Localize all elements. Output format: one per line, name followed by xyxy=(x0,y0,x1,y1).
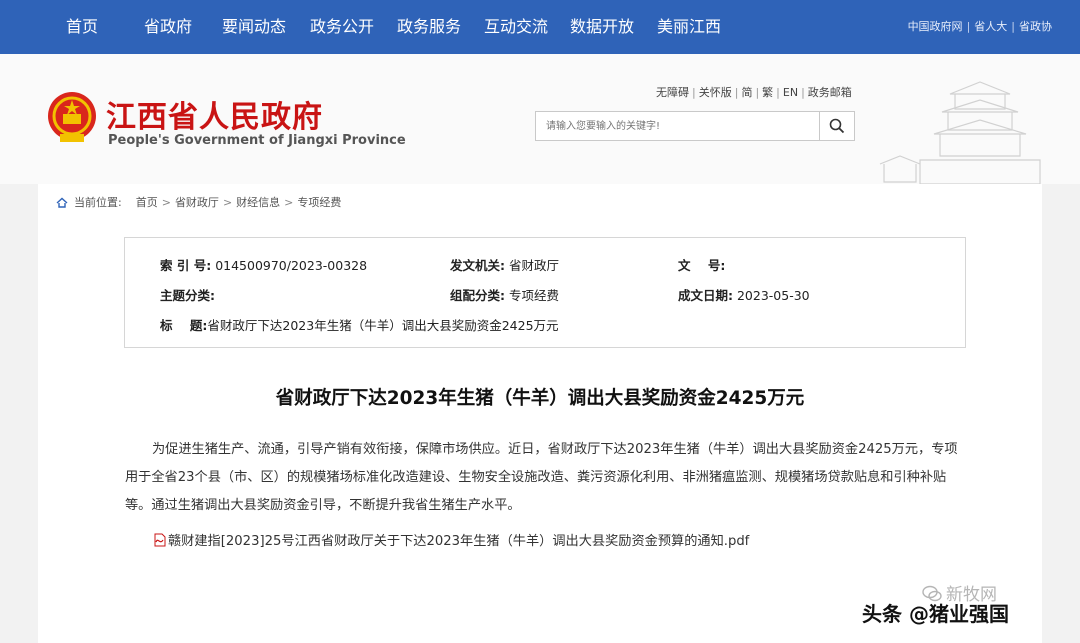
breadcrumb-finance-dept[interactable]: 省财政厅 xyxy=(175,196,219,209)
attachment-filename[interactable]: 赣财建指[2023]25号江西省财政厅关于下达2023年生猪（牛羊）调出大县奖励… xyxy=(168,534,749,549)
site-header: 江西省人民政府 People's Government of Jiangxi P… xyxy=(0,54,1080,184)
link-provincial-congress[interactable]: 省人大 xyxy=(974,20,1007,33)
article-body: 为促进生猪生产、流通，引导产销有效衔接，保障市场供应。近日，省财政厅下达2023… xyxy=(125,442,958,513)
nav-item-open-data[interactable]: 数据开放 xyxy=(570,0,634,54)
nav-item-home[interactable]: 首页 xyxy=(66,0,98,54)
home-icon xyxy=(56,197,68,208)
site-title[interactable]: 江西省人民政府 xyxy=(106,92,323,136)
traditional-link[interactable]: 繁 xyxy=(762,86,773,99)
gov-mail-link[interactable]: 政务邮箱 xyxy=(808,86,852,99)
search-icon xyxy=(829,118,845,134)
top-nav: 首页 省政府 要闻动态 政务公开 政务服务 互动交流 数据开放 美丽江西 中国政… xyxy=(0,0,1080,54)
nav-item-interaction[interactable]: 互动交流 xyxy=(484,0,548,54)
elder-mode-link[interactable]: 关怀版 xyxy=(699,86,732,99)
utility-links: 无障碍 | 关怀版 | 简 | 繁 | EN | 政务邮箱 xyxy=(656,86,852,99)
breadcrumb: 当前位置: 首页 > 省财政厅 > 财经信息 > 专项经费 xyxy=(56,194,341,210)
info-doc-number: 文 号: xyxy=(678,258,726,273)
search-button[interactable] xyxy=(819,112,854,140)
info-date: 成文日期: 2023-05-30 xyxy=(678,288,810,303)
simplified-link[interactable]: 简 xyxy=(741,86,752,99)
search-input[interactable] xyxy=(536,112,820,140)
search-box xyxy=(535,111,855,141)
breadcrumb-special-funds[interactable]: 专项经费 xyxy=(297,196,341,209)
info-index-number: 索 引 号: 014500970/2023-00328 xyxy=(160,258,368,273)
breadcrumb-finance-info[interactable]: 财经信息 xyxy=(236,196,280,209)
nav-item-beautiful-jiangxi[interactable]: 美丽江西 xyxy=(657,0,721,54)
nav-item-news[interactable]: 要闻动态 xyxy=(222,0,286,54)
attachment-link[interactable]: 赣财建指[2023]25号江西省财政厅关于下达2023年生猪（牛羊）调出大县奖励… xyxy=(153,530,749,549)
breadcrumb-label: 当前位置: xyxy=(74,196,122,209)
info-topic: 主题分类: xyxy=(160,288,215,303)
link-china-gov[interactable]: 中国政府网 xyxy=(908,20,963,33)
nav-item-gov-service[interactable]: 政务服务 xyxy=(397,0,461,54)
content-panel: 当前位置: 首页 > 省财政厅 > 财经信息 > 专项经费 索 引 号: 014500970/… xyxy=(38,184,1042,643)
pavilion-illustration-icon xyxy=(879,81,1041,184)
breadcrumb-home[interactable]: 首页 xyxy=(136,196,158,209)
link-provincial-cppcc[interactable]: 省政协 xyxy=(1019,20,1052,33)
pdf-icon xyxy=(154,533,166,547)
english-link[interactable]: EN xyxy=(783,86,798,99)
info-title: 标 题:省财政厅下达2023年生猪（牛羊）调出大县奖励资金2425万元 xyxy=(160,318,559,333)
external-links: 中国政府网 | 省人大 | 省政协 xyxy=(907,20,1052,33)
nav-item-province-gov[interactable]: 省政府 xyxy=(144,0,192,54)
site-title-english: People's Government of Jiangxi Province xyxy=(108,133,406,148)
nav-item-gov-public[interactable]: 政务公开 xyxy=(310,0,374,54)
accessibility-link[interactable]: 无障碍 xyxy=(656,86,689,99)
article-title: 省财政厅下达2023年生猪（牛羊）调出大县奖励资金2425万元 xyxy=(275,388,805,409)
info-group: 组配分类: 专项经费 xyxy=(450,288,559,303)
national-emblem-icon xyxy=(48,92,96,142)
watermark-author: 头条 @猪业强国 xyxy=(862,602,1009,626)
info-issuer: 发文机关: 省财政厅 xyxy=(450,258,559,273)
document-info-box: 索 引 号: 014500970/2023-00328 发文机关: 省财政厅 文… xyxy=(124,237,966,348)
